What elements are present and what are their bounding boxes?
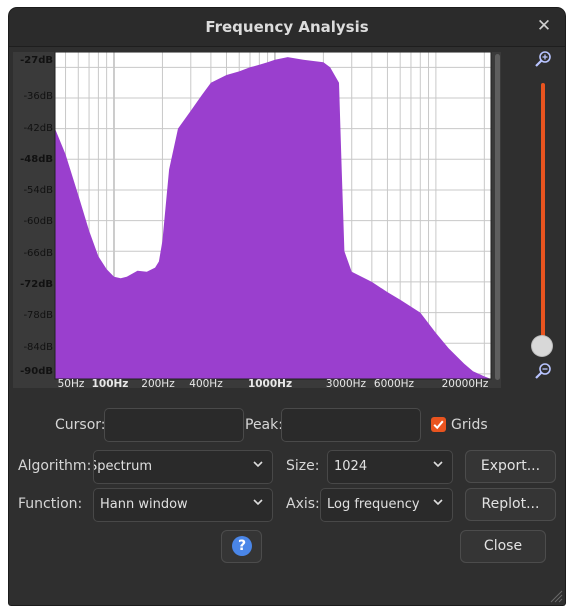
algorithm-value: Spectrum bbox=[93, 459, 152, 474]
db-label: -90dB bbox=[20, 366, 53, 377]
axis-label: Axis: bbox=[286, 496, 320, 512]
function-label: Function: bbox=[18, 496, 83, 512]
db-label: -27dB bbox=[20, 55, 53, 66]
chevron-down-icon bbox=[433, 499, 443, 506]
function-select[interactable]: Hann window bbox=[93, 488, 273, 522]
size-label: Size: bbox=[286, 458, 320, 474]
db-label: -54dB bbox=[23, 185, 53, 196]
peak-label: Peak: bbox=[245, 417, 283, 433]
axis-select[interactable]: Log frequency bbox=[320, 488, 453, 522]
hz-label: 100Hz bbox=[92, 378, 129, 388]
checkmark-icon bbox=[433, 420, 444, 430]
hz-label: 200Hz bbox=[141, 378, 175, 388]
db-label: -84dB bbox=[23, 342, 53, 353]
cursor-field bbox=[104, 408, 244, 442]
spectrum-plot[interactable]: -27dB -36dB -42dB -48dB -54dB -60dB -66d… bbox=[13, 52, 501, 388]
axis-value: Log frequency bbox=[327, 497, 420, 512]
zoom-in-icon[interactable] bbox=[533, 50, 553, 70]
cursor-label: Cursor: bbox=[55, 417, 106, 433]
chevron-down-icon bbox=[433, 461, 443, 468]
close-icon[interactable]: ✕ bbox=[535, 16, 553, 36]
size-value: 1024 bbox=[334, 459, 368, 474]
db-label: -72dB bbox=[20, 279, 53, 290]
plot-vertical-scrollbar[interactable] bbox=[495, 54, 500, 380]
zoom-out-icon[interactable] bbox=[533, 362, 553, 382]
resize-grip-icon[interactable] bbox=[547, 587, 563, 603]
grids-label[interactable]: Grids bbox=[451, 417, 488, 433]
zoom-slider-handle[interactable] bbox=[532, 336, 552, 356]
export-button[interactable]: Export... bbox=[465, 450, 556, 483]
db-label: -36dB bbox=[23, 91, 53, 102]
frequency-analysis-window: Frequency Analysis ✕ -27dB -36dB -42dB -… bbox=[9, 8, 565, 605]
hz-label: 400Hz bbox=[189, 378, 223, 388]
function-value: Hann window bbox=[100, 497, 188, 512]
algorithm-label: Algorithm: bbox=[18, 458, 92, 474]
db-label: -78dB bbox=[23, 310, 53, 321]
size-select[interactable]: 1024 bbox=[327, 450, 453, 484]
hz-label: 6000Hz bbox=[374, 378, 415, 388]
db-label: -42dB bbox=[23, 123, 53, 134]
hz-label: 20000Hz bbox=[442, 378, 489, 388]
hz-label: 50Hz bbox=[58, 378, 85, 388]
plot-panel: -27dB -36dB -42dB -48dB -54dB -60dB -66d… bbox=[13, 52, 501, 388]
peak-field bbox=[281, 408, 421, 442]
algorithm-select[interactable]: Spectrum bbox=[93, 450, 273, 484]
db-label: -48dB bbox=[20, 154, 53, 165]
grids-checkbox[interactable] bbox=[431, 417, 446, 432]
hz-label: 3000Hz bbox=[326, 378, 367, 388]
replot-button[interactable]: Replot... bbox=[465, 488, 556, 521]
help-icon: ? bbox=[232, 536, 252, 556]
close-button[interactable]: Close bbox=[460, 530, 546, 563]
chevron-down-icon bbox=[253, 461, 263, 468]
hz-label: 1000Hz bbox=[248, 378, 292, 388]
zoom-slider-track[interactable] bbox=[541, 83, 545, 345]
title-bar[interactable]: Frequency Analysis ✕ bbox=[9, 8, 565, 47]
help-button[interactable]: ? bbox=[221, 530, 262, 563]
db-label: -60dB bbox=[23, 216, 53, 227]
db-label: -66dB bbox=[23, 248, 53, 259]
window-title: Frequency Analysis bbox=[205, 18, 369, 36]
chevron-down-icon bbox=[253, 499, 263, 506]
